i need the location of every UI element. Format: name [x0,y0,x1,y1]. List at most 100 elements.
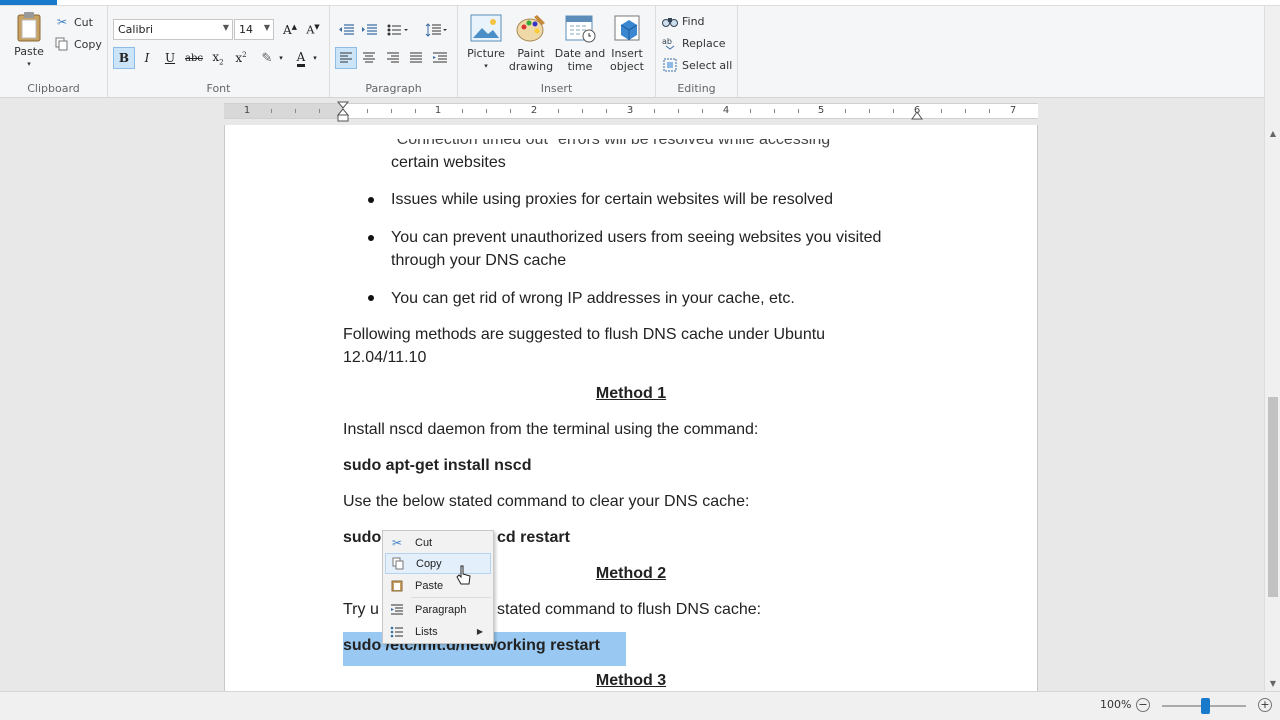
paragraph-group-label: Paragraph [365,82,422,95]
insert-group: Picture ▾ Paint drawing Date and time In… [458,6,656,98]
strikethrough-button[interactable]: abc [183,47,205,69]
chevron-down-icon: ▼ [263,23,270,32]
bullet-text: Issues while using proxies for certain w… [391,191,833,208]
ruler[interactable]: 1 1 2 3 4 5 6 7 [224,101,1038,122]
align-right-button[interactable] [382,47,404,69]
ruler-tick [510,109,511,113]
grow-font-button[interactable]: A▲ [279,19,301,41]
align-left-button[interactable] [335,47,357,69]
picture-dropdown-icon[interactable]: ▾ [484,60,488,73]
subscript-button[interactable]: x2 [207,47,229,69]
cut-button[interactable]: ✂ Cut [54,12,93,32]
picture-button[interactable]: Picture ▾ [464,12,508,73]
zoom-slider-thumb[interactable] [1201,698,1210,714]
chevron-down-icon: ▼ [222,23,229,32]
zoom-in-icon[interactable]: + [1258,698,1272,712]
ruler-number: 7 [1009,105,1017,116]
decrease-indent-icon [339,24,354,35]
context-menu-paragraph[interactable]: Paragraph [385,599,491,620]
bullet-text: through your DNS cache [391,252,567,269]
calendar-icon [564,12,596,44]
insert-object-button[interactable]: Insert object [606,12,648,73]
clipboard-group: Paste ▾ ✂ Cut Copy Clipboard [0,6,108,98]
justify-icon [410,52,422,63]
highlight-button[interactable]: ✎ [256,47,278,69]
file-tab[interactable] [0,0,57,5]
ruler-tick [702,109,703,113]
document-area[interactable]: "Connection timed out" errors will be re… [0,125,1264,691]
method-heading: Method 2 [595,565,667,582]
vertical-scrollbar[interactable]: ▲ ▼ [1264,125,1280,691]
scissors-icon: ✂ [56,15,68,29]
ruler-number: 1 [434,105,442,116]
copy-button[interactable]: Copy [54,34,102,54]
superscript-button[interactable]: x2 [230,47,252,69]
shrink-font-button[interactable]: A▼ [302,19,324,41]
highlight-dropdown[interactable]: ▾ [276,47,286,69]
context-menu-cut[interactable]: ✂ Cut [385,532,491,553]
ruler-tick [462,109,463,113]
ruler-number: 3 [626,105,634,116]
ruler-tick [678,109,679,113]
grow-font-icon: A▲ [282,23,298,37]
font-color-dropdown[interactable]: ▾ [310,47,320,69]
italic-button[interactable]: I [136,47,158,69]
paragraph-icon [433,52,447,63]
align-center-button[interactable] [358,47,380,69]
ruler-tick [965,109,966,113]
ruler-tick [606,109,607,113]
shrink-font-icon: A▼ [306,23,320,37]
ruler-tick [989,109,990,113]
context-menu-lists[interactable]: Lists ▶ [385,621,491,642]
italic-icon: I [144,51,150,65]
scrollbar-thumb[interactable] [1268,397,1278,597]
bullet-icon [368,197,374,203]
ruler-tick [893,109,894,113]
command-text: sudo apt-get install nscd [343,457,532,474]
ruler-tick [798,109,799,113]
editing-group: Find ab Replace Select all Editing [656,6,738,98]
list-button[interactable] [384,19,412,41]
find-button[interactable]: Find [662,11,705,31]
ruler-number: 4 [722,105,730,116]
replace-button[interactable]: ab Replace [662,33,726,53]
bullet-text: You can prevent unauthorized users from … [391,229,882,246]
justify-button[interactable] [405,47,427,69]
paint-drawing-button[interactable]: Paint drawing [508,12,554,73]
method-heading: Method 1 [595,385,667,402]
status-bar: 100% − + [0,691,1280,720]
line-spacing-button[interactable] [422,19,450,41]
font-color-button[interactable]: A [290,47,312,69]
align-left-icon [340,52,352,63]
font-size-select[interactable]: 14 ▼ [234,19,274,40]
context-menu-paste[interactable]: Paste [385,575,491,596]
ruler-tick [295,109,296,113]
indent-marker-icon[interactable] [336,101,350,123]
bold-button[interactable]: B [113,47,135,69]
document-text: Install nscd daemon from the terminal us… [343,421,759,438]
paragraph-settings-button[interactable] [429,47,451,69]
highlighter-icon: ✎ [261,50,273,66]
context-menu-copy[interactable]: Copy [385,553,491,574]
paste-button[interactable]: Paste ▾ [8,10,50,71]
document-page[interactable]: "Connection timed out" errors will be re… [224,125,1038,691]
font-group: Calibri ▼ 14 ▼ A▲ A▼ B I U abc x2 x2 ✎ ▾… [108,6,330,98]
paste-dropdown-icon[interactable]: ▾ [27,58,31,71]
select-all-button[interactable]: Select all [662,55,732,75]
increase-indent-button[interactable] [358,19,380,41]
copy-icon [386,557,410,570]
picture-icon [470,12,502,44]
align-right-icon [387,52,399,63]
underline-button[interactable]: U [159,47,181,69]
decrease-indent-button[interactable] [335,19,357,41]
date-time-button[interactable]: Date and time [554,12,606,73]
scroll-up-icon[interactable]: ▲ [1265,125,1280,141]
scroll-down-icon[interactable]: ▼ [1265,675,1280,691]
superscript-icon: x2 [235,51,247,65]
right-indent-marker-icon[interactable] [911,110,923,120]
paint-palette-icon [515,12,547,44]
list-icon [385,626,409,638]
zoom-out-icon[interactable]: − [1136,698,1150,712]
font-family-select[interactable]: Calibri ▼ [113,19,233,40]
insert-group-label: Insert [540,82,573,95]
